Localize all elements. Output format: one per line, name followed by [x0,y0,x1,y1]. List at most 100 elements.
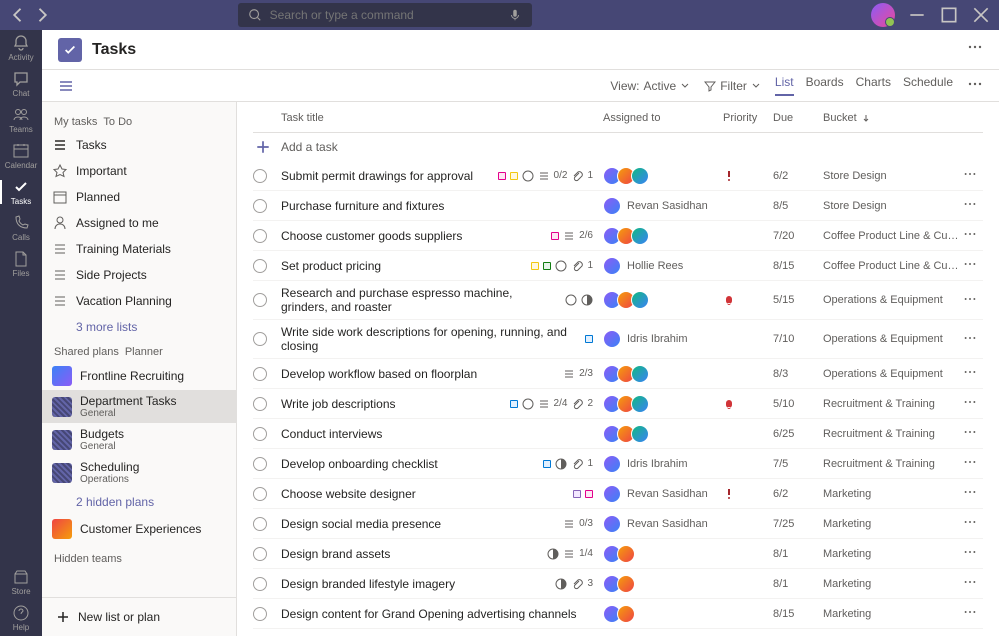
row-more-icon[interactable] [963,257,983,274]
complete-radio[interactable] [253,607,267,621]
rail-calls[interactable]: Calls [0,210,42,246]
complete-radio[interactable] [253,397,267,411]
task-row[interactable]: Design brand assets1/48/1Marketing [253,539,983,569]
new-list-button[interactable]: New list or plan [42,597,236,636]
tab-boards[interactable]: Boards [806,75,844,96]
complete-radio[interactable] [253,517,267,531]
hidden-teams-link[interactable]: Hidden teams [42,543,236,575]
rail-activity[interactable]: Activity [0,30,42,66]
row-more-icon[interactable] [963,605,983,622]
row-more-icon[interactable] [963,515,983,532]
rail-files[interactable]: Files [0,246,42,282]
task-row[interactable]: Design branded lifestyle imagery38/1Mark… [253,569,983,599]
row-more-icon[interactable] [963,227,983,244]
assignee-avatar [603,330,621,348]
sidebar-plan-department-tasks[interactable]: Department TasksGeneral [42,390,236,423]
complete-radio[interactable] [253,332,267,346]
mic-icon[interactable] [508,8,522,22]
complete-radio[interactable] [253,457,267,471]
task-row[interactable]: Design content for Grand Opening adverti… [253,599,983,629]
sidebar-list-planned[interactable]: Planned [42,184,236,210]
search-input[interactable] [270,8,508,22]
row-more-icon[interactable] [963,197,983,214]
sidebar-plan-scheduling[interactable]: SchedulingOperations [42,456,236,489]
col-priority[interactable]: Priority [723,112,773,124]
complete-radio[interactable] [253,487,267,501]
complete-radio[interactable] [253,199,267,213]
task-row[interactable]: Conduct interviews6/25Recruitment & Trai… [253,419,983,449]
sidebar-list-side-projects[interactable]: Side Projects [42,262,236,288]
row-more-icon[interactable] [963,425,983,442]
maximize-button[interactable] [939,5,959,25]
add-task-row[interactable]: Add a task [253,133,983,161]
filter-dropdown[interactable]: Filter [704,79,761,93]
customer-experiences[interactable]: Customer Experiences [42,515,236,543]
complete-radio[interactable] [253,169,267,183]
sidebar-list-vacation-planning[interactable]: Vacation Planning [42,288,236,314]
sidebar-list-assigned-to-me[interactable]: Assigned to me [42,210,236,236]
col-title[interactable]: Task title [281,112,603,124]
col-due[interactable]: Due [773,112,823,124]
header-more-icon[interactable] [967,39,983,60]
task-row[interactable]: Choose customer goods suppliers2/67/20Co… [253,221,983,251]
complete-radio[interactable] [253,577,267,591]
search-box[interactable] [238,3,532,27]
minimize-button[interactable] [907,5,927,25]
col-bucket[interactable]: Bucket [823,112,963,124]
sidebar-plan-frontline-recruiting[interactable]: Frontline Recruiting [42,362,236,390]
row-more-icon[interactable] [963,331,983,348]
more-lists-link[interactable]: 3 more lists [42,314,236,340]
row-more-icon[interactable] [963,292,983,309]
task-row[interactable]: Develop onboarding checklist1Idris Ibrah… [253,449,983,479]
hidden-plans-link[interactable]: 2 hidden plans [42,489,236,515]
task-row[interactable]: Write side work descriptions for opening… [253,320,983,359]
rail-tasks[interactable]: Tasks [0,174,42,210]
nav-back[interactable] [8,5,28,25]
toolbar-more-icon[interactable] [967,76,983,95]
sidebar-plan-budgets[interactable]: BudgetsGeneral [42,423,236,456]
tab-list[interactable]: List [775,75,794,96]
rail-chat[interactable]: Chat [0,66,42,102]
rail-help[interactable]: Help [0,600,42,636]
user-avatar[interactable] [871,3,895,27]
tab-charts[interactable]: Charts [856,75,891,96]
task-row[interactable]: Research and purchase espresso machine, … [253,281,983,320]
row-more-icon[interactable] [963,485,983,502]
task-row[interactable]: Set product pricing1Hollie Rees8/15Coffe… [253,251,983,281]
sidebar-item-label: Training Materials [76,242,171,256]
row-more-icon[interactable] [963,575,983,592]
task-row[interactable]: Design social media presence0/3Revan Sas… [253,509,983,539]
row-more-icon[interactable] [963,545,983,562]
label-tag [585,335,593,343]
complete-radio[interactable] [253,229,267,243]
assignee-avatar [631,425,649,443]
task-row[interactable]: Purchase furniture and fixturesRevan Sas… [253,191,983,221]
rail-teams[interactable]: Teams [0,102,42,138]
tab-schedule[interactable]: Schedule [903,75,953,96]
complete-radio[interactable] [253,367,267,381]
sidebar-list-important[interactable]: Important [42,158,236,184]
col-assigned[interactable]: Assigned to [603,112,723,124]
task-row[interactable]: Develop workflow based on floorplan2/38/… [253,359,983,389]
row-more-icon[interactable] [963,365,983,382]
complete-radio[interactable] [253,427,267,441]
menu-icon[interactable] [58,78,74,94]
complete-radio[interactable] [253,547,267,561]
complete-radio[interactable] [253,293,267,307]
row-more-icon[interactable] [963,167,983,184]
sidebar-list-training-materials[interactable]: Training Materials [42,236,236,262]
task-row[interactable]: Write job descriptions2/425/10Recruitmen… [253,389,983,419]
rail-calendar[interactable]: Calendar [0,138,42,174]
task-title: Write side work descriptions for opening… [281,325,577,353]
sidebar-list-tasks[interactable]: Tasks [42,132,236,158]
task-row[interactable]: Choose website designerRevan Sasidhan6/2… [253,479,983,509]
task-row[interactable]: Submit permit drawings for approval0/216… [253,161,983,191]
row-more-icon[interactable] [963,455,983,472]
nav-forward[interactable] [32,5,52,25]
close-button[interactable] [971,5,991,25]
row-more-icon[interactable] [963,395,983,412]
assignee-avatar [617,575,635,593]
rail-store[interactable]: Store [0,564,42,600]
complete-radio[interactable] [253,259,267,273]
view-dropdown[interactable]: View: Active [610,79,690,93]
